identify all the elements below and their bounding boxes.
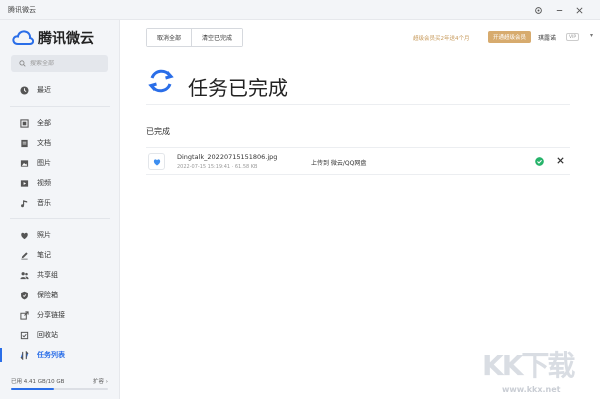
sync-complete-icon bbox=[148, 69, 174, 93]
sidebar-divider bbox=[10, 106, 110, 107]
sidebar-item-safe[interactable]: 保险箱 bbox=[0, 286, 119, 304]
watermark: KK下载 www.kkx.net bbox=[478, 344, 600, 399]
upload-destination: 上传到 微云/QQ网盘 bbox=[311, 160, 367, 167]
sidebar-item-recent[interactable]: 最近 bbox=[0, 81, 119, 99]
sidebar-item-images[interactable]: 图片 bbox=[0, 154, 119, 172]
sidebar-item-label: 分享链接 bbox=[37, 311, 65, 319]
sidebar-item-label: 最近 bbox=[37, 86, 51, 94]
photo-icon bbox=[19, 230, 29, 240]
file-name: Dingtalk_20220715151806.jpg bbox=[177, 153, 278, 161]
sidebar-item-music[interactable]: 音乐 bbox=[0, 194, 119, 212]
close-window-icon[interactable] bbox=[572, 3, 586, 17]
sidebar-item-documents[interactable]: 文档 bbox=[0, 134, 119, 152]
document-icon bbox=[19, 138, 29, 148]
sidebar-item-label: 笔记 bbox=[37, 251, 51, 259]
sidebar-item-label: 回收站 bbox=[37, 331, 58, 339]
sidebar-item-task-list[interactable]: 任务列表 bbox=[0, 346, 119, 364]
close-icon[interactable] bbox=[556, 156, 565, 165]
file-meta: 2022-07-15 15:19:41 · 61.58 KB bbox=[177, 164, 258, 170]
watermark-url: www.kkx.net bbox=[502, 385, 561, 394]
section-title: 已完成 bbox=[146, 127, 170, 136]
task-row[interactable]: Dingtalk_20220715151806.jpg 2022-07-15 1… bbox=[146, 147, 570, 175]
clock-icon bbox=[19, 85, 29, 95]
image-file-icon bbox=[148, 153, 165, 170]
video-icon bbox=[19, 178, 29, 188]
sidebar-item-label: 共享组 bbox=[37, 271, 58, 279]
sidebar-item-label: 图片 bbox=[37, 159, 51, 167]
open-vip-button[interactable]: 开通超级会员 bbox=[488, 31, 532, 43]
sidebar-item-notes[interactable]: 笔记 bbox=[0, 246, 119, 264]
user-vip-badge: VIP bbox=[566, 33, 580, 41]
share-group-icon bbox=[19, 270, 29, 280]
minimize-icon[interactable] bbox=[552, 3, 566, 17]
sidebar-item-photos[interactable]: 照片 bbox=[0, 226, 119, 244]
trash-icon bbox=[19, 330, 29, 340]
sidebar-item-trash[interactable]: 回收站 bbox=[0, 326, 119, 344]
sidebar: 腾讯微云 最近 全部 文档 图片 视频 bbox=[0, 20, 120, 399]
vip-promo-text[interactable]: 超级会员买2年送4个月 bbox=[413, 34, 470, 42]
cancel-all-button[interactable]: 取消全部 bbox=[147, 29, 192, 46]
page-title: 任务已完成 bbox=[188, 76, 288, 100]
search-icon bbox=[19, 60, 26, 67]
toolbar: 取消全部 清空已完成 超级会员买2年送4个月 开通超级会员 琪露诺 VIP ▾ bbox=[120, 20, 600, 52]
sidebar-item-share-group[interactable]: 共享组 bbox=[0, 266, 119, 284]
storage-bar-fill bbox=[11, 388, 54, 390]
sidebar-divider bbox=[10, 218, 110, 219]
sidebar-item-label: 视频 bbox=[37, 179, 51, 187]
chevron-down-icon[interactable]: ▾ bbox=[590, 32, 593, 39]
image-icon bbox=[19, 158, 29, 168]
user-name[interactable]: 琪露诺 bbox=[538, 33, 556, 42]
title-bar: 腾讯微云 bbox=[0, 0, 600, 20]
settings-icon[interactable] bbox=[531, 3, 545, 17]
cloud-logo-icon bbox=[12, 30, 34, 45]
sidebar-item-label: 音乐 bbox=[37, 199, 51, 207]
clear-completed-button[interactable]: 清空已完成 bbox=[191, 29, 243, 46]
logo: 腾讯微云 bbox=[12, 28, 94, 48]
storage-bar bbox=[11, 388, 108, 390]
sidebar-item-label: 全部 bbox=[37, 119, 51, 127]
share-link-icon bbox=[19, 310, 29, 320]
header-divider bbox=[146, 104, 570, 105]
window-title: 腾讯微云 bbox=[8, 6, 36, 14]
sidebar-item-share-links[interactable]: 分享链接 bbox=[0, 306, 119, 324]
music-icon bbox=[19, 198, 29, 208]
sidebar-item-label: 保险箱 bbox=[37, 291, 58, 299]
sidebar-item-label: 任务列表 bbox=[37, 351, 65, 359]
sidebar-item-label: 照片 bbox=[37, 231, 51, 239]
sidebar-item-all[interactable]: 全部 bbox=[0, 114, 119, 132]
search-box[interactable] bbox=[11, 55, 108, 72]
check-circle-icon bbox=[535, 157, 544, 166]
all-files-icon bbox=[19, 118, 29, 128]
safe-icon bbox=[19, 290, 29, 300]
expand-storage-link[interactable]: 扩容 › bbox=[93, 377, 108, 385]
storage-info: 已用 4.41 GB/10 GB 扩容 › bbox=[11, 377, 108, 390]
watermark-logo-text: KK下载 bbox=[482, 349, 575, 382]
sidebar-item-label: 文档 bbox=[37, 139, 51, 147]
storage-used-text: 已用 4.41 GB/10 GB bbox=[11, 379, 65, 385]
sidebar-item-videos[interactable]: 视频 bbox=[0, 174, 119, 192]
search-input[interactable] bbox=[30, 60, 100, 67]
task-list-icon bbox=[19, 350, 29, 360]
note-icon bbox=[19, 250, 29, 260]
logo-text: 腾讯微云 bbox=[38, 31, 94, 47]
task-action-buttons: 取消全部 清空已完成 bbox=[146, 28, 244, 47]
